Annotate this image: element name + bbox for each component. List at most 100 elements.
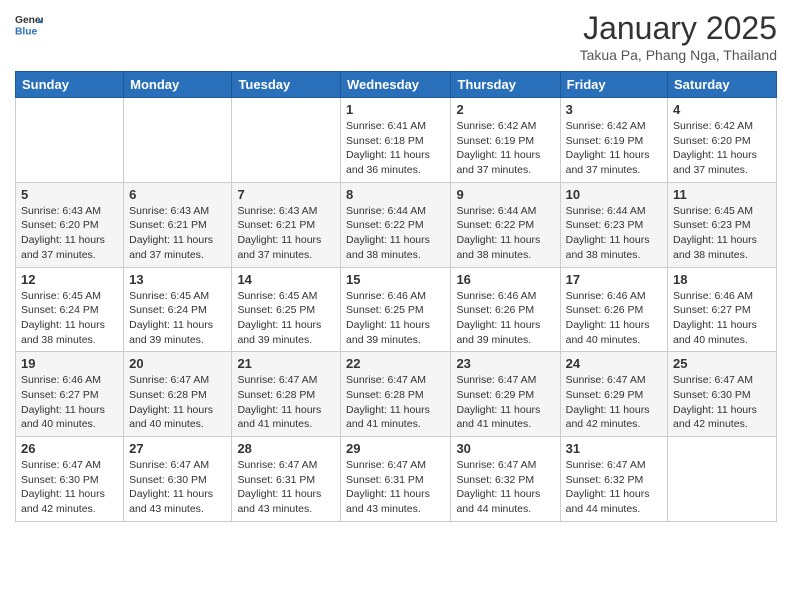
day-number: 13: [129, 272, 226, 287]
day-number: 3: [566, 102, 662, 117]
day-number: 6: [129, 187, 226, 202]
weekday-header-row: SundayMondayTuesdayWednesdayThursdayFrid…: [16, 72, 777, 98]
day-info: Sunrise: 6:42 AMSunset: 6:19 PMDaylight:…: [566, 119, 662, 178]
day-info: Sunrise: 6:45 AMSunset: 6:24 PMDaylight:…: [21, 289, 118, 348]
day-info: Sunrise: 6:46 AMSunset: 6:27 PMDaylight:…: [673, 289, 771, 348]
calendar-cell: 11Sunrise: 6:45 AMSunset: 6:23 PMDayligh…: [668, 182, 777, 267]
day-info: Sunrise: 6:42 AMSunset: 6:19 PMDaylight:…: [456, 119, 554, 178]
calendar-cell: 30Sunrise: 6:47 AMSunset: 6:32 PMDayligh…: [451, 437, 560, 522]
day-info: Sunrise: 6:43 AMSunset: 6:21 PMDaylight:…: [129, 204, 226, 263]
calendar-cell: 25 Sunrise: 6:47 AMSunset: 6:30 PMDayligh…: [668, 352, 777, 437]
page-header: General Blue January 2025 Takua Pa, Phan…: [15, 10, 777, 63]
calendar-cell: [16, 98, 124, 183]
month-title: January 2025: [580, 10, 777, 47]
day-number: 1: [346, 102, 445, 117]
calendar-cell: 26 Sunrise: 6:47 AMSunset: 6:30 PMDayligh…: [16, 437, 124, 522]
week-row-4: 19 Sunrise: 6:46 AMSunset: 6:27 PMDayligh…: [16, 352, 777, 437]
svg-text:Blue: Blue: [15, 26, 38, 37]
day-number: 10: [566, 187, 662, 202]
calendar-cell: 21Sunrise: 6:47 AMSunset: 6:28 PMDayligh…: [232, 352, 341, 437]
week-row-1: 1 Sunrise: 6:41 AMSunset: 6:18 PMDaylight…: [16, 98, 777, 183]
day-number: 29: [346, 441, 445, 456]
day-info: Sunrise: 6:47 AMSunset: 6:29 PMDaylight:…: [566, 373, 662, 432]
day-info: Sunrise: 6:47 AMSunset: 6:30 PMDaylight:…: [21, 458, 118, 517]
day-number: 31: [566, 441, 662, 456]
day-info: Sunrise: 6:47 AMSunset: 6:30 PMDaylight:…: [673, 373, 771, 432]
calendar-cell: 28 Sunrise: 6:47 AMSunset: 6:31 PMDayligh…: [232, 437, 341, 522]
calendar-cell: 17 Sunrise: 6:46 AMSunset: 6:26 PMDayligh…: [560, 267, 667, 352]
day-number: 9: [456, 187, 554, 202]
weekday-header-tuesday: Tuesday: [232, 72, 341, 98]
day-number: 28: [237, 441, 335, 456]
day-info: Sunrise: 6:44 AMSunset: 6:22 PMDaylight:…: [346, 204, 445, 263]
day-info: Sunrise: 6:47 AMSunset: 6:31 PMDaylight:…: [346, 458, 445, 517]
day-number: 19: [21, 356, 118, 371]
calendar-cell: 15 Sunrise: 6:46 AMSunset: 6:25 PMDayligh…: [341, 267, 451, 352]
day-info: Sunrise: 6:41 AMSunset: 6:18 PMDaylight:…: [346, 119, 445, 178]
calendar-cell: 7 Sunrise: 6:43 AMSunset: 6:21 PMDaylight…: [232, 182, 341, 267]
calendar-cell: 13Sunrise: 6:45 AMSunset: 6:24 PMDayligh…: [124, 267, 232, 352]
calendar-cell: [232, 98, 341, 183]
calendar-cell: 31 Sunrise: 6:47 AMSunset: 6:32 PMDayligh…: [560, 437, 667, 522]
calendar-cell: 6 Sunrise: 6:43 AMSunset: 6:21 PMDaylight…: [124, 182, 232, 267]
calendar-cell: 2 Sunrise: 6:42 AMSunset: 6:19 PMDaylight…: [451, 98, 560, 183]
calendar-cell: 14 Sunrise: 6:45 AMSunset: 6:25 PMDayligh…: [232, 267, 341, 352]
calendar-cell: 8 Sunrise: 6:44 AMSunset: 6:22 PMDaylight…: [341, 182, 451, 267]
calendar-cell: 27 Sunrise: 6:47 AMSunset: 6:30 PMDayligh…: [124, 437, 232, 522]
weekday-header-monday: Monday: [124, 72, 232, 98]
day-number: 2: [456, 102, 554, 117]
calendar-cell: 5Sunrise: 6:43 AMSunset: 6:20 PMDaylight…: [16, 182, 124, 267]
calendar-cell: 16 Sunrise: 6:46 AMSunset: 6:26 PMDayligh…: [451, 267, 560, 352]
calendar-cell: 22 Sunrise: 6:47 AMSunset: 6:28 PMDayligh…: [341, 352, 451, 437]
day-info: Sunrise: 6:47 AMSunset: 6:32 PMDaylight:…: [566, 458, 662, 517]
day-info: Sunrise: 6:44 AMSunset: 6:23 PMDaylight:…: [566, 204, 662, 263]
week-row-3: 12 Sunrise: 6:45 AMSunset: 6:24 PMDayligh…: [16, 267, 777, 352]
day-info: Sunrise: 6:47 AMSunset: 6:28 PMDaylight:…: [346, 373, 445, 432]
day-number: 21: [237, 356, 335, 371]
day-info: Sunrise: 6:47 AMSunset: 6:29 PMDaylight:…: [456, 373, 554, 432]
calendar-cell: 12 Sunrise: 6:45 AMSunset: 6:24 PMDayligh…: [16, 267, 124, 352]
calendar-cell: 10 Sunrise: 6:44 AMSunset: 6:23 PMDayligh…: [560, 182, 667, 267]
day-number: 25: [673, 356, 771, 371]
day-info: Sunrise: 6:45 AMSunset: 6:25 PMDaylight:…: [237, 289, 335, 348]
calendar-cell: 20 Sunrise: 6:47 AMSunset: 6:28 PMDayligh…: [124, 352, 232, 437]
week-row-2: 5Sunrise: 6:43 AMSunset: 6:20 PMDaylight…: [16, 182, 777, 267]
logo-icon: General Blue: [15, 10, 43, 38]
day-info: Sunrise: 6:43 AMSunset: 6:21 PMDaylight:…: [237, 204, 335, 263]
day-number: 22: [346, 356, 445, 371]
logo: General Blue: [15, 10, 43, 38]
day-info: Sunrise: 6:44 AMSunset: 6:22 PMDaylight:…: [456, 204, 554, 263]
day-info: Sunrise: 6:47 AMSunset: 6:31 PMDaylight:…: [237, 458, 335, 517]
day-info: Sunrise: 6:47 AMSunset: 6:28 PMDaylight:…: [129, 373, 226, 432]
day-info: Sunrise: 6:46 AMSunset: 6:27 PMDaylight:…: [21, 373, 118, 432]
day-number: 20: [129, 356, 226, 371]
day-info: Sunrise: 6:46 AMSunset: 6:25 PMDaylight:…: [346, 289, 445, 348]
day-number: 30: [456, 441, 554, 456]
calendar-cell: 23 Sunrise: 6:47 AMSunset: 6:29 PMDayligh…: [451, 352, 560, 437]
day-info: Sunrise: 6:42 AMSunset: 6:20 PMDaylight:…: [673, 119, 771, 178]
day-number: 15: [346, 272, 445, 287]
day-number: 14: [237, 272, 335, 287]
day-number: 24: [566, 356, 662, 371]
calendar-cell: 18Sunrise: 6:46 AMSunset: 6:27 PMDayligh…: [668, 267, 777, 352]
day-number: 4: [673, 102, 771, 117]
calendar-cell: [124, 98, 232, 183]
weekday-header-saturday: Saturday: [668, 72, 777, 98]
calendar-table: SundayMondayTuesdayWednesdayThursdayFrid…: [15, 71, 777, 522]
weekday-header-wednesday: Wednesday: [341, 72, 451, 98]
day-number: 8: [346, 187, 445, 202]
day-info: Sunrise: 6:46 AMSunset: 6:26 PMDaylight:…: [566, 289, 662, 348]
day-number: 7: [237, 187, 335, 202]
weekday-header-thursday: Thursday: [451, 72, 560, 98]
day-number: 17: [566, 272, 662, 287]
day-number: 16: [456, 272, 554, 287]
day-number: 12: [21, 272, 118, 287]
day-number: 23: [456, 356, 554, 371]
day-number: 26: [21, 441, 118, 456]
day-number: 27: [129, 441, 226, 456]
day-info: Sunrise: 6:46 AMSunset: 6:26 PMDaylight:…: [456, 289, 554, 348]
calendar-cell: 24 Sunrise: 6:47 AMSunset: 6:29 PMDayligh…: [560, 352, 667, 437]
location-subtitle: Takua Pa, Phang Nga, Thailand: [580, 47, 777, 63]
day-info: Sunrise: 6:47 AMSunset: 6:30 PMDaylight:…: [129, 458, 226, 517]
calendar-cell: 3 Sunrise: 6:42 AMSunset: 6:19 PMDaylight…: [560, 98, 667, 183]
